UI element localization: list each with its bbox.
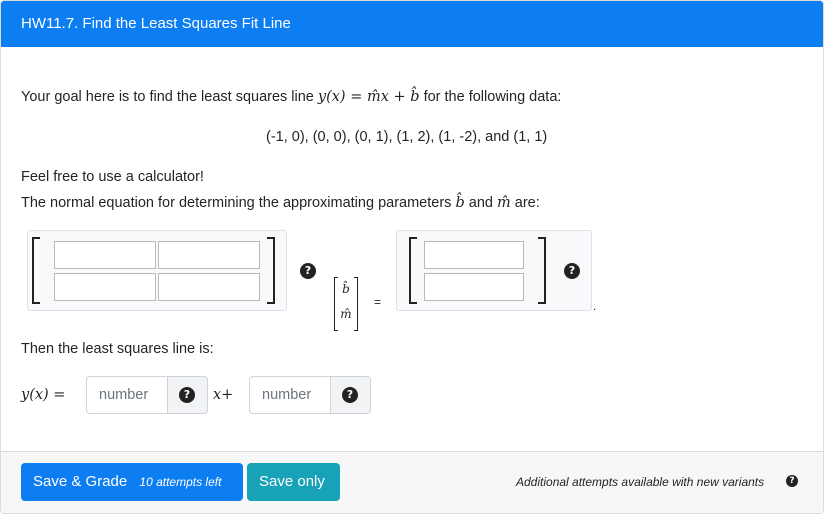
matrix-a-cell-11[interactable] [54, 241, 156, 269]
slope-help-icon[interactable]: ? [179, 387, 195, 403]
matrix-rhs-cell-2[interactable] [424, 273, 524, 301]
vector-m: m̂ [340, 307, 352, 321]
intercept-input[interactable]: number [249, 376, 331, 414]
line-lhs: y(x) = [21, 387, 66, 403]
intro-before: Your goal here is to find the least squa… [21, 89, 314, 105]
matrix-a-cell-12[interactable] [158, 241, 260, 269]
param-and: and [468, 195, 493, 211]
intro-equation: y(x) = m̂x + b̂ [317, 89, 420, 105]
calculator-note: Feel free to use a calculator! [21, 169, 204, 185]
question-title: HW11.7. Find the Least Squares Fit Line [1, 1, 823, 47]
matrix-rhs-cell-1[interactable] [424, 241, 524, 269]
normal-eq-before: The normal equation for determining the … [21, 195, 452, 211]
data-points: (-1, 0), (0, 0), (0, 1), (1, 2), (1, -2)… [266, 129, 548, 145]
intro-after: for the following data: [423, 89, 562, 105]
matrix-a-cell-22[interactable] [158, 273, 260, 301]
additional-attempts-help-icon[interactable]: ? [786, 475, 798, 487]
save-grade-button[interactable]: Save & Grade 10 attempts left [21, 463, 243, 501]
intro-line: Your goal here is to find the least squa… [21, 89, 561, 105]
intercept-help-box[interactable]: ? [331, 376, 371, 414]
save-grade-label: Save & Grade [33, 473, 128, 490]
slope-help-box[interactable]: ? [168, 376, 208, 414]
slope-input[interactable]: number [86, 376, 168, 414]
matrix-rhs-left-bracket [409, 237, 417, 304]
normal-eq-after: are: [514, 195, 540, 211]
matrix-a-right-bracket [267, 237, 275, 304]
vector-b: b̂ [342, 282, 350, 296]
matrix-period: . [593, 299, 597, 313]
param-m: m̂ [497, 195, 511, 211]
matrix-rhs-help-icon[interactable]: ? [564, 263, 580, 279]
matrix-a-cell-21[interactable] [54, 273, 156, 301]
param-b: b̂ [455, 195, 465, 211]
save-only-button[interactable]: Save only [247, 463, 340, 501]
equals-sign: = [374, 295, 382, 309]
normal-equation-line: The normal equation for determining the … [21, 195, 540, 211]
matrix-rhs-right-bracket [538, 237, 546, 304]
intercept-help-icon[interactable]: ? [342, 387, 358, 403]
then-text: Then the least squares line is: [21, 341, 214, 357]
question-card: HW11.7. Find the Least Squares Fit Line … [0, 0, 824, 514]
line-mid: x+ [213, 387, 234, 403]
additional-attempts-text: Additional attempts available with new v… [516, 475, 765, 489]
attempts-left: 10 attempts left [139, 475, 222, 489]
parameter-vector: b̂ m̂ [334, 277, 358, 331]
matrix-a-left-bracket [32, 237, 40, 304]
matrix-a-help-icon[interactable]: ? [300, 263, 316, 279]
